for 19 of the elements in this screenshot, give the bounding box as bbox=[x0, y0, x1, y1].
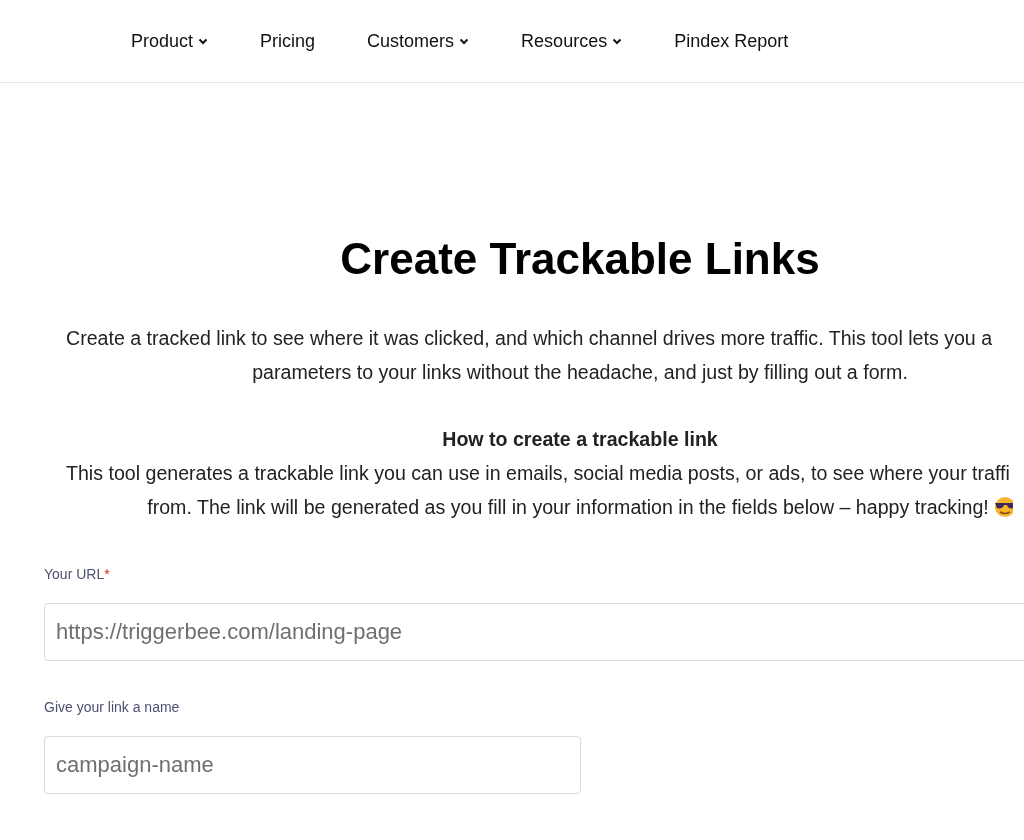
page-title: Create Trackable Links bbox=[339, 233, 821, 285]
nav-link[interactable]: Resources bbox=[521, 30, 623, 52]
chevron-down-icon bbox=[612, 37, 623, 45]
nav-link[interactable]: Pindex Report bbox=[674, 30, 789, 52]
howto-text: from. The link will be generated as you fill in your information in the fields below – happy tracking! bbox=[147, 496, 989, 518]
howto-text: This tool generates a trackable link you can use in emails, social media posts, or ads, to see where your traffi bbox=[66, 462, 1010, 484]
section-heading: How to create a trackable link bbox=[442, 428, 718, 450]
nav-link[interactable]: Pricing bbox=[260, 30, 316, 52]
field-label: Your URL* bbox=[44, 566, 110, 582]
intro-text: parameters to your links without the headache, and just by filling out a form. bbox=[252, 361, 908, 383]
intro-text: Create a tracked link to see where it was clicked, and which channel drives more traffic. This tool lets you a bbox=[66, 327, 993, 349]
nav-link[interactable]: Product bbox=[131, 30, 209, 52]
chevron-down-icon bbox=[198, 37, 209, 45]
field-label: Give your link a name bbox=[44, 699, 180, 715]
sunglasses-face-icon bbox=[992, 496, 1013, 518]
chevron-down-icon bbox=[459, 37, 470, 45]
nav-link[interactable]: Customers bbox=[367, 30, 470, 52]
input-field[interactable]: https://triggerbee.com/landing-page bbox=[44, 603, 1024, 661]
input-field[interactable]: campaign-name bbox=[44, 736, 581, 794]
